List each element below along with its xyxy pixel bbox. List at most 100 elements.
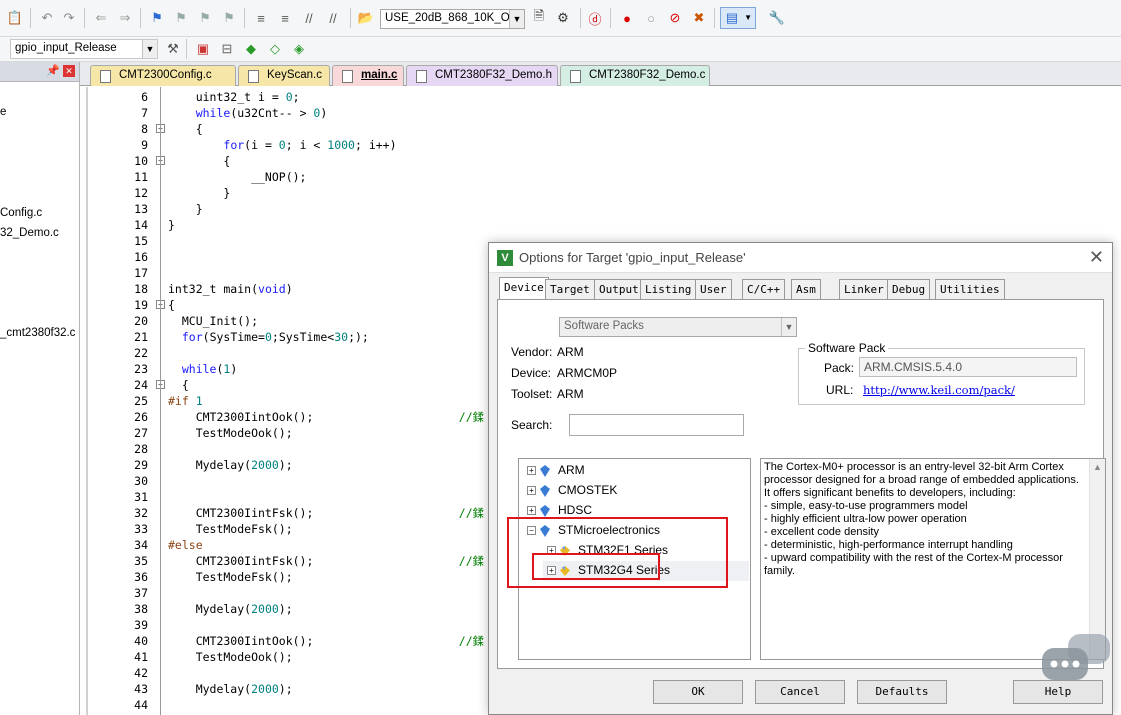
device-label: Device:	[511, 366, 552, 380]
project-target-combo[interactable]: gpio_input_Release ▼	[10, 39, 158, 59]
tab-output[interactable]: Output	[594, 279, 644, 299]
clear-breakpoints-icon[interactable]: ✖	[690, 9, 708, 27]
project-tree-item[interactable]: Config.c	[0, 207, 42, 219]
find-in-files-icon[interactable]: 🗎	[530, 8, 548, 27]
tree-node-cmostek[interactable]: + CMOSTEK	[527, 483, 617, 497]
tree-node-arm[interactable]: + ARM	[527, 463, 585, 477]
project-panel: 📌 ✕ e Config.c 32_Demo.c _cmt2380f32.c	[0, 62, 80, 715]
tab-cpp[interactable]: C/C++	[742, 279, 786, 299]
open-file-icon[interactable]: 📂	[357, 9, 375, 27]
code-text: for(SysTime=0;SysTime<30;);	[181, 330, 369, 344]
prev-bookmark-icon[interactable]: ⚑	[172, 9, 190, 27]
code-text: #else	[168, 538, 203, 552]
project-tree-item[interactable]: 32_Demo.c	[0, 227, 59, 239]
unindent-icon[interactable]: ≡	[276, 9, 294, 27]
close-icon[interactable]: ✕	[1089, 247, 1104, 268]
tab-label: CMT2300Config.c	[119, 69, 212, 81]
tools-icon[interactable]: ⚙	[554, 9, 572, 27]
chevron-down-icon[interactable]: ▼	[142, 40, 157, 58]
project-tree-item[interactable]: e	[0, 106, 6, 118]
tab-main[interactable]: main.c	[332, 65, 404, 86]
line-number: 16	[134, 250, 148, 264]
tab-asm[interactable]: Asm	[791, 279, 821, 299]
tab-device[interactable]: Device	[499, 277, 549, 299]
target-combo[interactable]: USE_20dB_868_10K_OOK ▼	[380, 9, 525, 29]
description-scrollbar[interactable]: ▲	[1089, 459, 1105, 659]
toolset-label: Toolset:	[511, 387, 553, 401]
code-text: {	[168, 378, 189, 392]
tab-demo-c[interactable]: CMT2380F32_Demo.c	[560, 65, 710, 86]
project-combo-value: gpio_input_Release	[15, 42, 117, 54]
undo-icon[interactable]: ↶	[38, 9, 56, 27]
code-text: TestModeOok();	[168, 426, 293, 440]
scroll-up-icon[interactable]: ▲	[1093, 461, 1102, 474]
chevron-down-icon[interactable]: ▼	[781, 318, 796, 336]
tab-utilities[interactable]: Utilities	[935, 279, 1005, 299]
search-label: Search:	[511, 418, 553, 432]
next-bookmark-icon[interactable]: ⚑	[196, 9, 214, 27]
window-layout-button[interactable]: ▤ ▼	[720, 7, 756, 29]
expand-icon[interactable]: +	[527, 466, 536, 476]
code-text: {	[168, 298, 175, 312]
tab-user[interactable]: User	[695, 279, 732, 299]
project-tree-item[interactable]: _cmt2380f32.c	[0, 327, 75, 339]
code-text: {	[168, 122, 203, 136]
software-packs-combo[interactable]: Software Packs ▼	[559, 317, 797, 337]
tab-debug[interactable]: Debug	[887, 279, 931, 299]
tab-demo-h[interactable]: CMT2380F32_Demo.h	[406, 65, 558, 86]
nav-forward-icon[interactable]: ⇒	[116, 9, 134, 27]
disable-breakpoint-icon[interactable]: ○	[642, 9, 660, 27]
bookmark-icon[interactable]: ⚑	[148, 9, 166, 27]
defaults-button[interactable]: Defaults	[857, 680, 947, 704]
kill-breakpoints-icon[interactable]: ⊘	[666, 9, 684, 27]
line-number: 21	[134, 330, 148, 344]
tree-node-label: CMOSTEK	[558, 483, 618, 497]
manage-project-icon[interactable]: ▣	[194, 40, 212, 58]
line-number: 19	[134, 298, 148, 312]
breakpoint-icon[interactable]: ●	[618, 9, 636, 27]
chevron-down-icon[interactable]: ▼	[509, 10, 524, 28]
clear-bookmarks-icon[interactable]: ⚑	[220, 9, 238, 27]
close-icon[interactable]: ✕	[63, 65, 75, 77]
uncomment-icon[interactable]: //	[324, 9, 342, 27]
pack-field: ARM.CMSIS.5.4.0	[859, 357, 1077, 377]
line-number: 26	[134, 410, 148, 424]
expand-icon[interactable]: +	[527, 506, 536, 516]
tree-node-hdsc[interactable]: + HDSC	[527, 503, 592, 517]
pack-installer-icon[interactable]: ◇	[266, 40, 284, 58]
search-input[interactable]	[569, 414, 744, 436]
target-combo-value: USE_20dB_868_10K_OOK	[385, 12, 525, 24]
file-icon	[570, 70, 581, 83]
paste-icon[interactable]: 📋	[6, 9, 24, 27]
ok-button[interactable]: OK	[653, 680, 743, 704]
line-number: 40	[134, 634, 148, 648]
pack-url-link[interactable]: http://www.keil.com/pack/	[863, 383, 1015, 397]
file-icon	[342, 70, 353, 83]
configure-icon[interactable]: 🔧	[768, 9, 786, 27]
cancel-button[interactable]: Cancel	[755, 680, 845, 704]
line-number: 25	[134, 394, 148, 408]
expand-icon[interactable]: +	[527, 486, 536, 496]
comment-icon[interactable]: //	[300, 9, 318, 27]
toolbar-separator	[580, 8, 581, 28]
line-number: 34	[134, 538, 148, 552]
tab-target[interactable]: Target	[545, 279, 595, 299]
select-packs-icon[interactable]: ◆	[242, 40, 260, 58]
code-text: Mydelay(2000);	[168, 602, 293, 616]
indent-icon[interactable]: ≡	[252, 9, 270, 27]
chat-bubble-icon	[1040, 632, 1112, 688]
tab-linker[interactable]: Linker	[839, 279, 889, 299]
manage-components-icon[interactable]: ⊟	[218, 40, 236, 58]
tab-listing[interactable]: Listing	[640, 279, 697, 299]
redo-icon[interactable]: ↷	[60, 9, 78, 27]
run-time-env-icon[interactable]: ◈	[290, 40, 308, 58]
tab-keyscan[interactable]: KeyScan.c	[238, 65, 330, 86]
line-number: 24	[134, 378, 148, 392]
line-number: 38	[134, 602, 148, 616]
keil-icon: V	[497, 250, 513, 266]
target-options-icon[interactable]: ⚒	[164, 40, 182, 58]
debug-icon[interactable]: ⓓ	[586, 9, 604, 27]
nav-back-icon[interactable]: ⇐	[92, 9, 110, 27]
pin-icon[interactable]: 📌	[46, 64, 60, 77]
tab-cmt2300config[interactable]: CMT2300Config.c	[90, 65, 236, 86]
